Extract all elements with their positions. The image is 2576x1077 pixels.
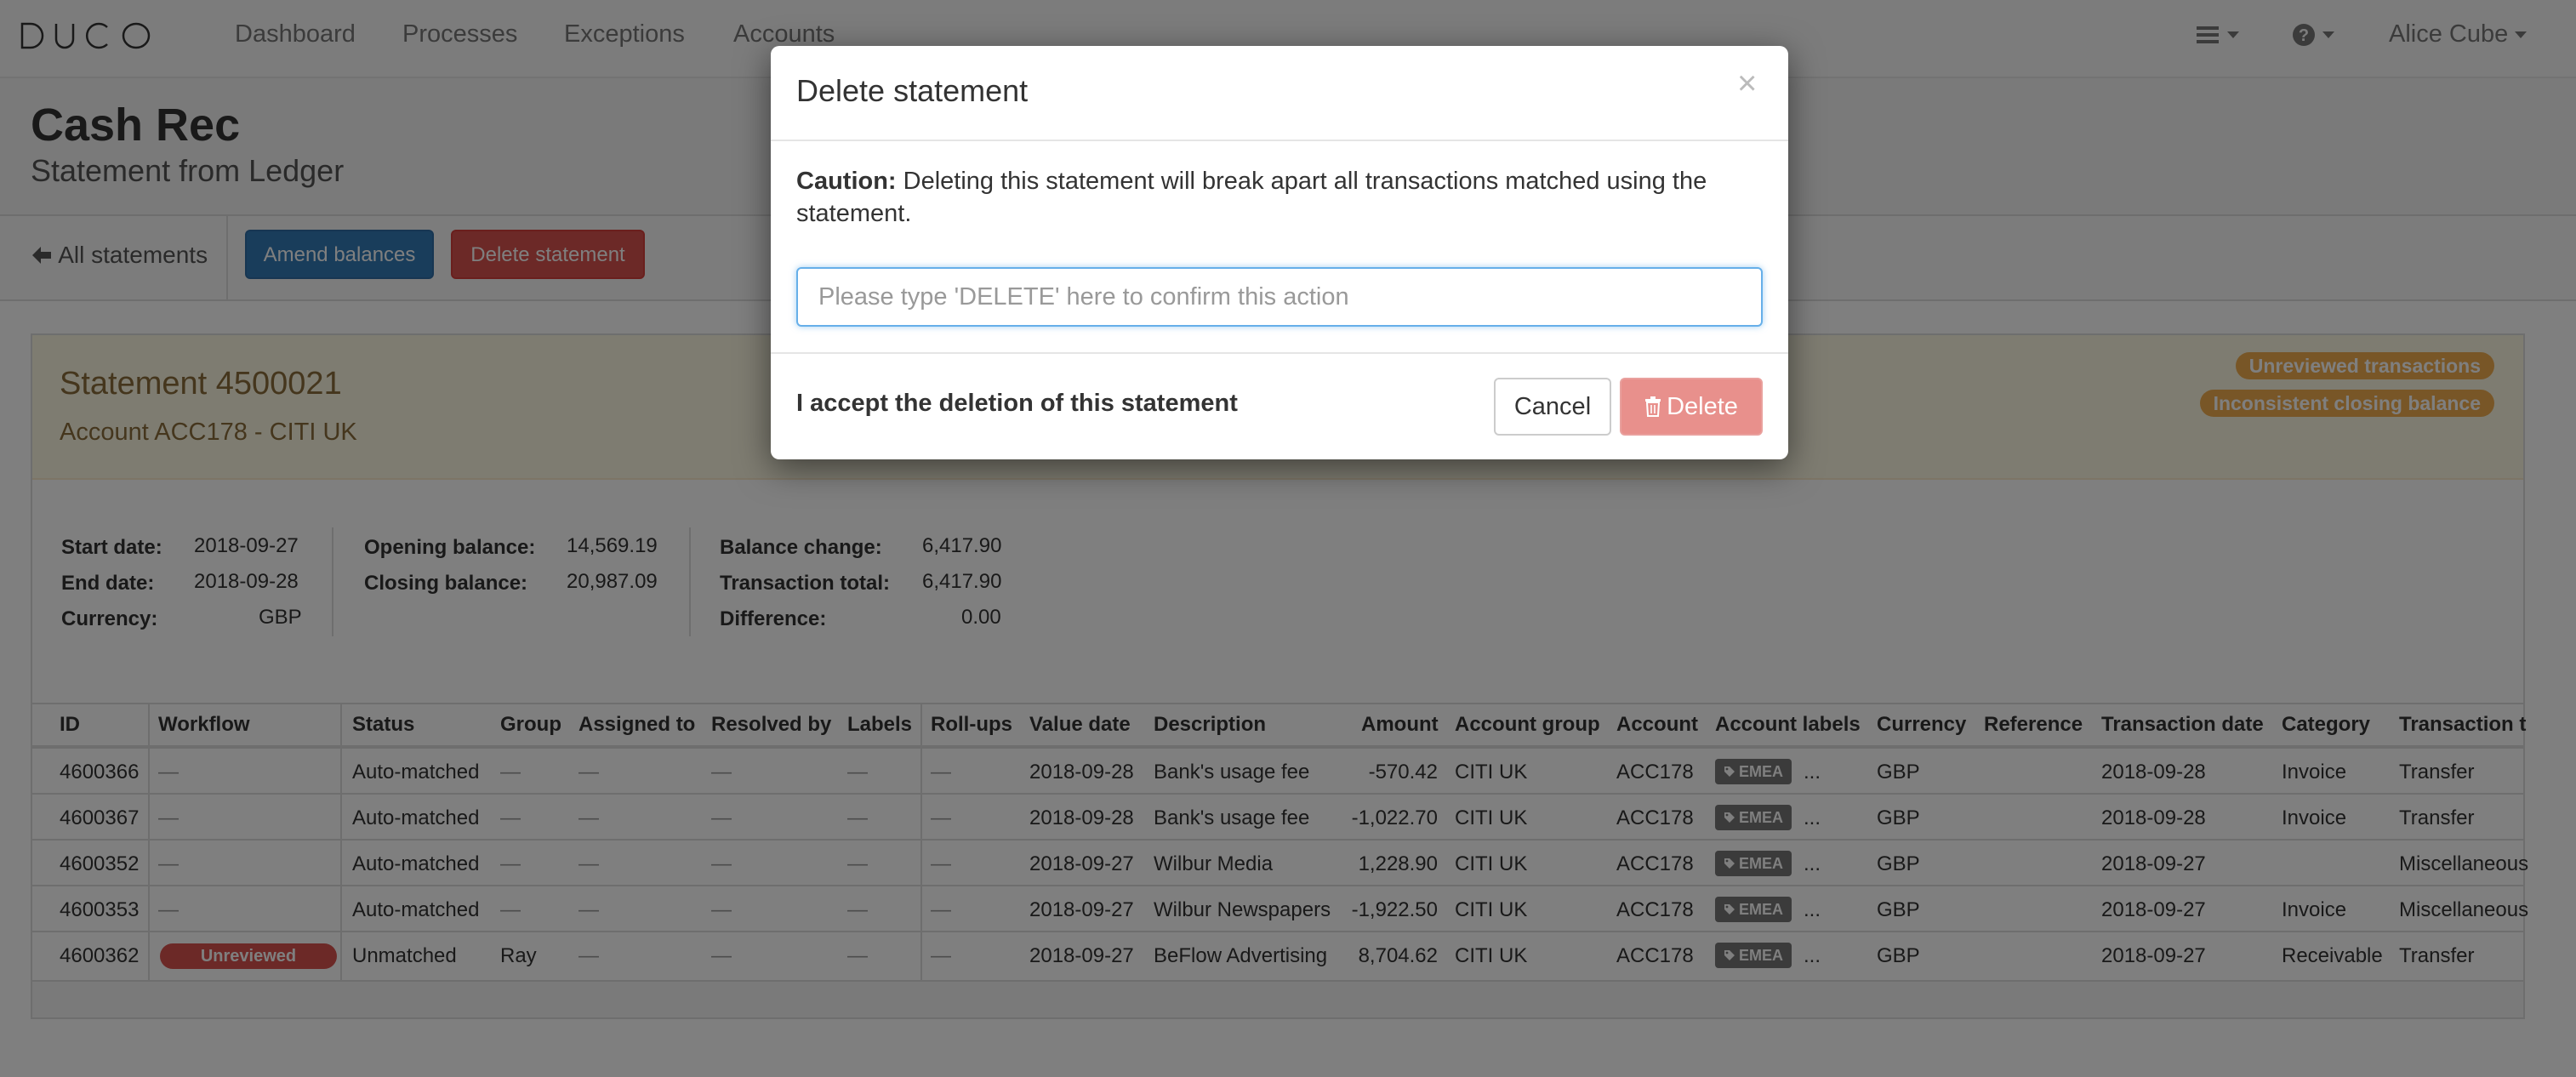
close-icon[interactable]: × <box>1737 66 1757 100</box>
cancel-button[interactable]: Cancel <box>1494 378 1611 436</box>
caution-message: Caution: Deleting this statement will br… <box>796 165 1749 230</box>
delete-statement-modal: Delete statement × Caution: Deleting thi… <box>771 46 1788 459</box>
modal-title: Delete statement <box>796 73 1029 108</box>
modal-header-divider <box>771 140 1788 141</box>
delete-confirm-input[interactable] <box>796 267 1763 327</box>
delete-button-label: Delete <box>1667 393 1738 420</box>
delete-button[interactable]: Delete <box>1620 378 1763 436</box>
modal-footer-divider <box>771 352 1788 354</box>
caution-label: Caution: <box>796 168 897 195</box>
accept-deletion-label: I accept the deletion of this statement <box>796 390 1238 417</box>
trash-icon <box>1645 396 1661 417</box>
caution-text: Deleting this statement will break apart… <box>796 168 1707 227</box>
